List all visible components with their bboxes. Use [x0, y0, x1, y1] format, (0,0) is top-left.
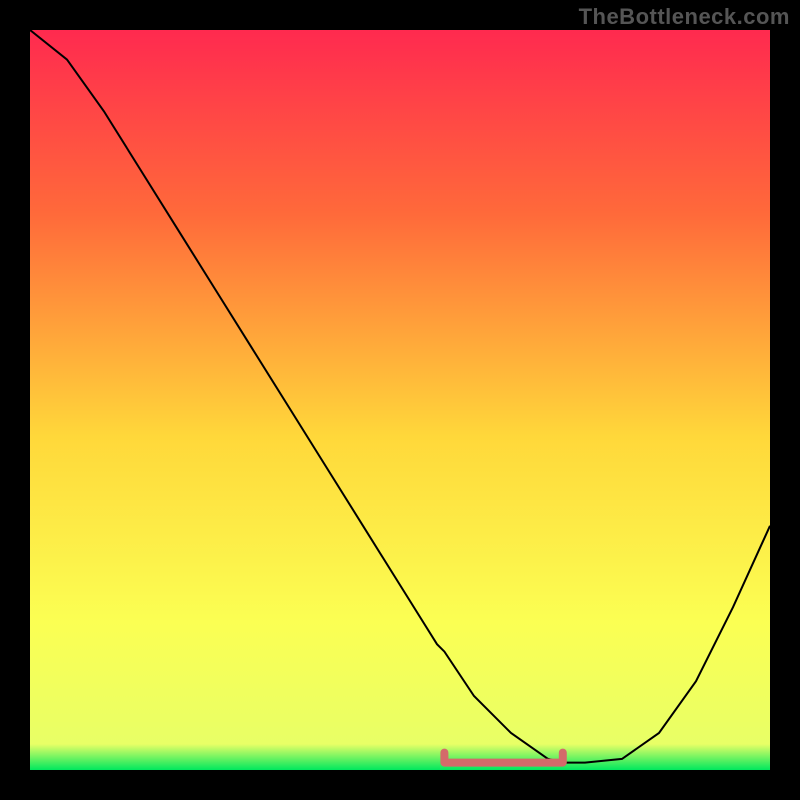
gradient-background — [30, 30, 770, 770]
watermark-text: TheBottleneck.com — [579, 4, 790, 30]
chart-frame: TheBottleneck.com — [0, 0, 800, 800]
plot-area — [30, 30, 770, 770]
chart-svg — [30, 30, 770, 770]
